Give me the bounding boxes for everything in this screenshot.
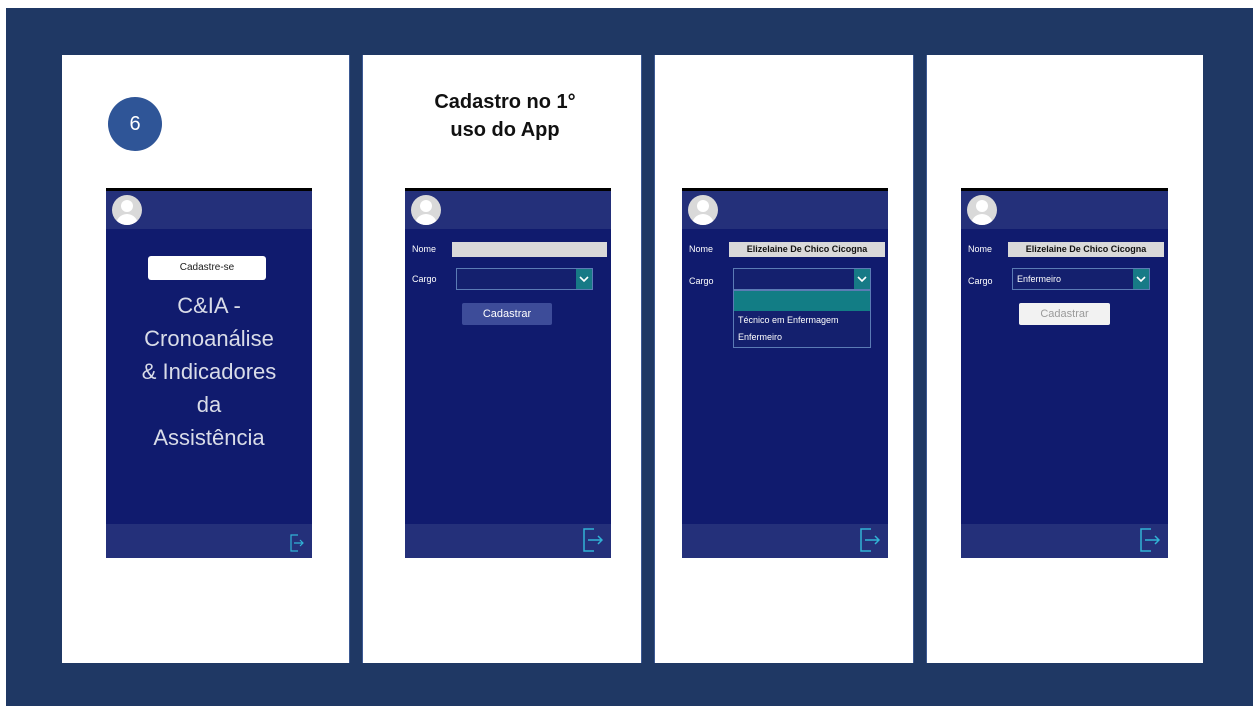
app-header xyxy=(106,191,312,229)
chevron-down-icon[interactable] xyxy=(1133,269,1149,289)
panel-divider xyxy=(641,55,655,663)
role-label: Cargo xyxy=(412,274,437,284)
app-title-line: C&IA - xyxy=(177,293,241,318)
app-title-line: & Indicadores xyxy=(141,359,277,384)
name-field[interactable]: Elizelaine De Chico Cicogna xyxy=(729,242,885,257)
chevron-down-icon[interactable] xyxy=(854,269,870,289)
exit-icon[interactable] xyxy=(1140,528,1160,552)
name-label: Nome xyxy=(412,244,437,254)
role-label: Cargo xyxy=(968,276,993,286)
panel-divider xyxy=(349,55,363,663)
submit-button[interactable]: Cadastrar xyxy=(1019,303,1110,325)
app-footer xyxy=(961,524,1168,558)
dropdown-highlight[interactable] xyxy=(734,291,870,311)
name-field[interactable]: Elizelaine De Chico Cicogna xyxy=(1008,242,1164,257)
phone-screen-register-filled: Nome Elizelaine De Chico Cicogna Cargo E… xyxy=(961,188,1168,558)
app-header xyxy=(682,191,888,229)
app-footer xyxy=(682,524,888,558)
user-avatar-icon[interactable] xyxy=(411,195,441,225)
app-footer xyxy=(106,524,312,558)
app-title: C&IA - Cronoanálise & Indicadores da Ass… xyxy=(106,289,312,454)
role-select-value: Enfermeiro xyxy=(1017,274,1062,284)
role-select[interactable] xyxy=(733,268,871,290)
user-avatar-icon[interactable] xyxy=(112,195,142,225)
phone-screen-register-empty: Nome Cargo Cadastrar xyxy=(405,188,611,558)
app-title-line: Assistência xyxy=(153,425,265,450)
app-header xyxy=(961,191,1168,229)
exit-icon[interactable] xyxy=(583,528,603,552)
app-title-line: da xyxy=(196,392,222,417)
name-label: Nome xyxy=(968,244,993,254)
dropdown-option[interactable]: Enfermeiro xyxy=(738,332,782,342)
name-field[interactable] xyxy=(452,242,607,257)
user-avatar-icon[interactable] xyxy=(967,195,997,225)
signup-button[interactable]: Cadastre-se xyxy=(148,256,266,280)
phone-screen-welcome: Cadastre-se C&IA - Cronoanálise & Indica… xyxy=(106,188,312,558)
role-dropdown-list: Técnico em Enfermagem Enfermeiro xyxy=(733,290,871,348)
role-label: Cargo xyxy=(689,276,714,286)
submit-button[interactable]: Cadastrar xyxy=(462,303,552,325)
user-avatar-icon[interactable] xyxy=(688,195,718,225)
exit-icon[interactable] xyxy=(860,528,880,552)
heading-line-1: Cadastro no 1° xyxy=(434,91,576,113)
app-title-line: Cronoanálise xyxy=(144,326,274,351)
app-footer xyxy=(405,524,611,558)
panel-divider xyxy=(913,55,927,663)
page-heading: Cadastro no 1° uso do App xyxy=(405,88,605,144)
dropdown-option[interactable]: Técnico em Enfermagem xyxy=(738,315,839,325)
chevron-down-icon[interactable] xyxy=(576,269,592,289)
name-label: Nome xyxy=(689,244,714,254)
step-number-badge: 6 xyxy=(108,97,162,151)
phone-screen-register-dropdown: Nome Elizelaine De Chico Cicogna Cargo T… xyxy=(682,188,888,558)
role-select[interactable]: Enfermeiro xyxy=(1012,268,1150,290)
heading-line-2: uso do App xyxy=(450,119,560,141)
app-header xyxy=(405,191,611,229)
exit-icon[interactable] xyxy=(290,534,304,552)
role-select[interactable] xyxy=(456,268,593,290)
